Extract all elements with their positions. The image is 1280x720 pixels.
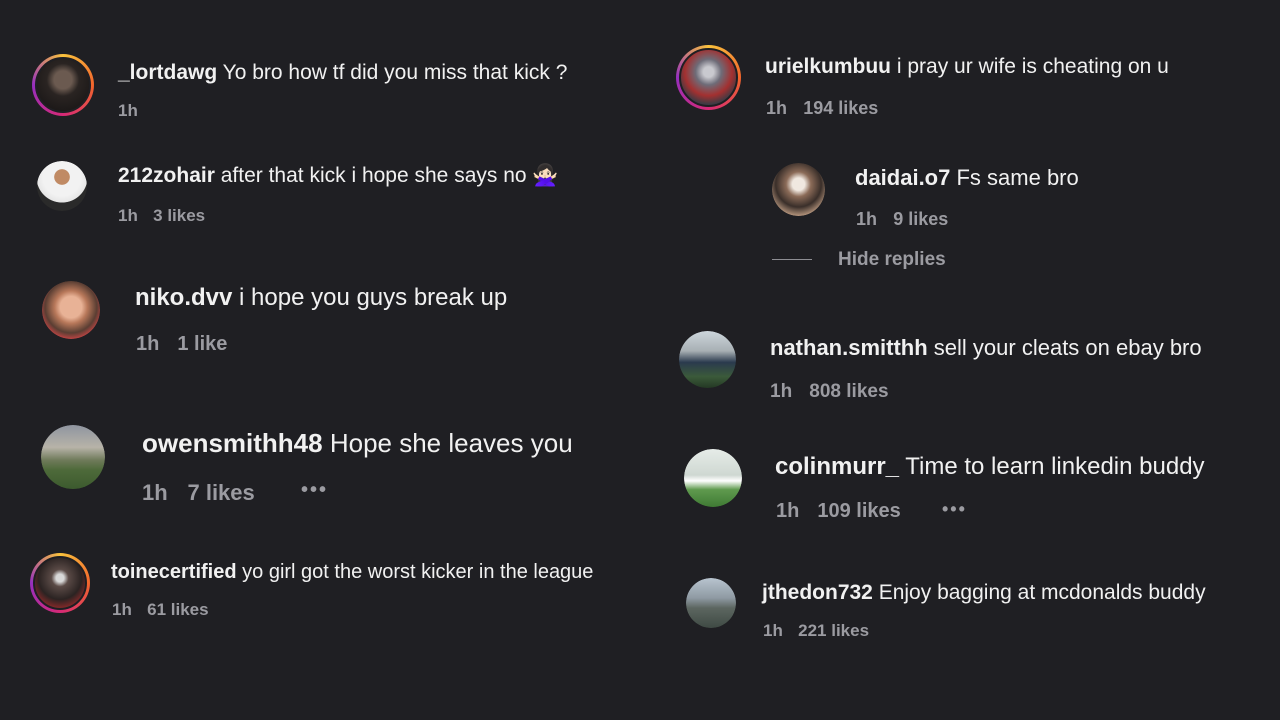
more-options-icon[interactable]: •••	[301, 479, 328, 502]
comment-body: Time to learn linkedin buddy	[905, 453, 1205, 480]
timestamp: 1h	[856, 209, 878, 229]
hide-replies-label[interactable]: Hide replies	[838, 249, 946, 270]
comment-meta: 1h 3 likes	[118, 206, 205, 226]
comment-body: i hope you guys break up	[239, 284, 508, 311]
username[interactable]: nathan.smitthh	[770, 335, 928, 360]
like-count[interactable]: 3 likes	[153, 206, 205, 225]
comment-text: daidai.o7 Fs same bro	[855, 165, 1079, 191]
profile-photo-icon	[772, 163, 825, 216]
username[interactable]: jthedon732	[762, 581, 873, 604]
like-count[interactable]: 109 likes	[817, 500, 900, 522]
comment-text: jthedon732 Enjoy bagging at mcdonalds bu…	[762, 581, 1206, 605]
profile-photo-icon	[684, 449, 742, 507]
comment-body: Fs same bro	[956, 165, 1079, 190]
comment-meta: 1h 1 like	[136, 333, 227, 356]
comment-text: toinecertified yo girl got the worst kic…	[111, 561, 593, 584]
avatar-owensmithh48[interactable]	[41, 425, 105, 489]
comment-text: 212zohair after that kick i hope she say…	[118, 164, 559, 188]
like-count[interactable]: 61 likes	[147, 600, 208, 619]
comment-text: colinmurr_ Time to learn linkedin buddy	[775, 453, 1205, 481]
username[interactable]: _lortdawg	[118, 61, 217, 84]
comment-meta: 1h 109 likes	[776, 500, 901, 523]
avatar-jthedon732[interactable]	[686, 578, 736, 628]
timestamp: 1h	[118, 206, 138, 225]
comment-body: yo girl got the worst kicker in the leag…	[242, 561, 594, 583]
timestamp: 1h	[118, 101, 138, 120]
avatar-212zohair[interactable]	[37, 161, 87, 211]
profile-photo-icon	[41, 425, 105, 489]
more-options-icon[interactable]: •••	[942, 499, 967, 520]
username[interactable]: owensmithh48	[142, 428, 323, 458]
comment-body: after that kick i hope she says no 🙅🏻‍♀️	[220, 164, 559, 187]
timestamp: 1h	[136, 333, 160, 355]
like-count[interactable]: 7 likes	[187, 480, 254, 505]
profile-photo-icon	[42, 281, 100, 339]
comment-text: _lortdawg Yo bro how tf did you miss tha…	[118, 61, 567, 85]
like-count[interactable]: 9 likes	[893, 209, 948, 229]
comment-text: owensmithh48 Hope she leaves you	[142, 428, 573, 459]
profile-photo-icon	[37, 161, 87, 211]
comment-text: urielkumbuu i pray ur wife is cheating o…	[765, 55, 1169, 79]
comment-meta: 1h 221 likes	[763, 621, 869, 641]
avatar-colinmurr[interactable]	[684, 449, 742, 507]
comment-meta: 1h 9 likes	[856, 209, 948, 230]
username[interactable]: 212zohair	[118, 164, 215, 187]
comments-screen: _lortdawg Yo bro how tf did you miss tha…	[0, 0, 1280, 720]
like-count[interactable]: 808 likes	[809, 381, 888, 402]
timestamp: 1h	[142, 480, 168, 505]
avatar-urielkumbuu[interactable]	[676, 45, 741, 110]
profile-photo-icon	[686, 578, 736, 628]
comment-body: Enjoy bagging at mcdonalds buddy	[878, 581, 1206, 604]
comment-meta: 1h 194 likes	[766, 98, 878, 119]
comment-body: Hope she leaves you	[329, 428, 573, 458]
comment-meta: 1h 7 likes	[142, 480, 255, 506]
avatar-nathan-smitthh[interactable]	[679, 331, 736, 388]
comment-text: nathan.smitthh sell your cleats on ebay …	[770, 335, 1202, 361]
username[interactable]: urielkumbuu	[765, 55, 891, 78]
hide-replies-button[interactable]: Hide replies	[772, 249, 946, 271]
timestamp: 1h	[112, 600, 132, 619]
profile-photo-icon	[679, 331, 736, 388]
comment-meta: 1h 61 likes	[112, 600, 209, 620]
timestamp: 1h	[770, 381, 793, 402]
avatar-niko-dvv[interactable]	[42, 281, 100, 339]
username[interactable]: toinecertified	[111, 561, 237, 583]
timestamp: 1h	[763, 621, 783, 640]
comment-text: niko.dvv i hope you guys break up	[135, 284, 507, 312]
timestamp: 1h	[776, 500, 800, 522]
timestamp: 1h	[766, 98, 788, 118]
comment-meta: 1h 808 likes	[770, 381, 889, 403]
profile-photo-icon	[35, 57, 91, 113]
avatar-toinecertified[interactable]	[30, 553, 90, 613]
comment-body: Yo bro how tf did you miss that kick ?	[222, 61, 568, 84]
avatar-lortdawg[interactable]	[32, 54, 94, 116]
username[interactable]: colinmurr_	[775, 453, 899, 480]
like-count[interactable]: 221 likes	[798, 621, 869, 640]
comment-body: sell your cleats on ebay bro	[933, 335, 1202, 360]
comment-body: i pray ur wife is cheating on u	[896, 55, 1169, 78]
like-count[interactable]: 194 likes	[803, 98, 878, 118]
comment-meta: 1h	[118, 101, 138, 121]
profile-photo-icon	[679, 48, 738, 107]
profile-photo-icon	[33, 556, 87, 610]
username[interactable]: daidai.o7	[855, 165, 950, 190]
like-count[interactable]: 1 like	[177, 333, 227, 355]
divider-line	[772, 259, 812, 261]
avatar-daidai-o7[interactable]	[772, 163, 825, 216]
username[interactable]: niko.dvv	[135, 284, 232, 311]
